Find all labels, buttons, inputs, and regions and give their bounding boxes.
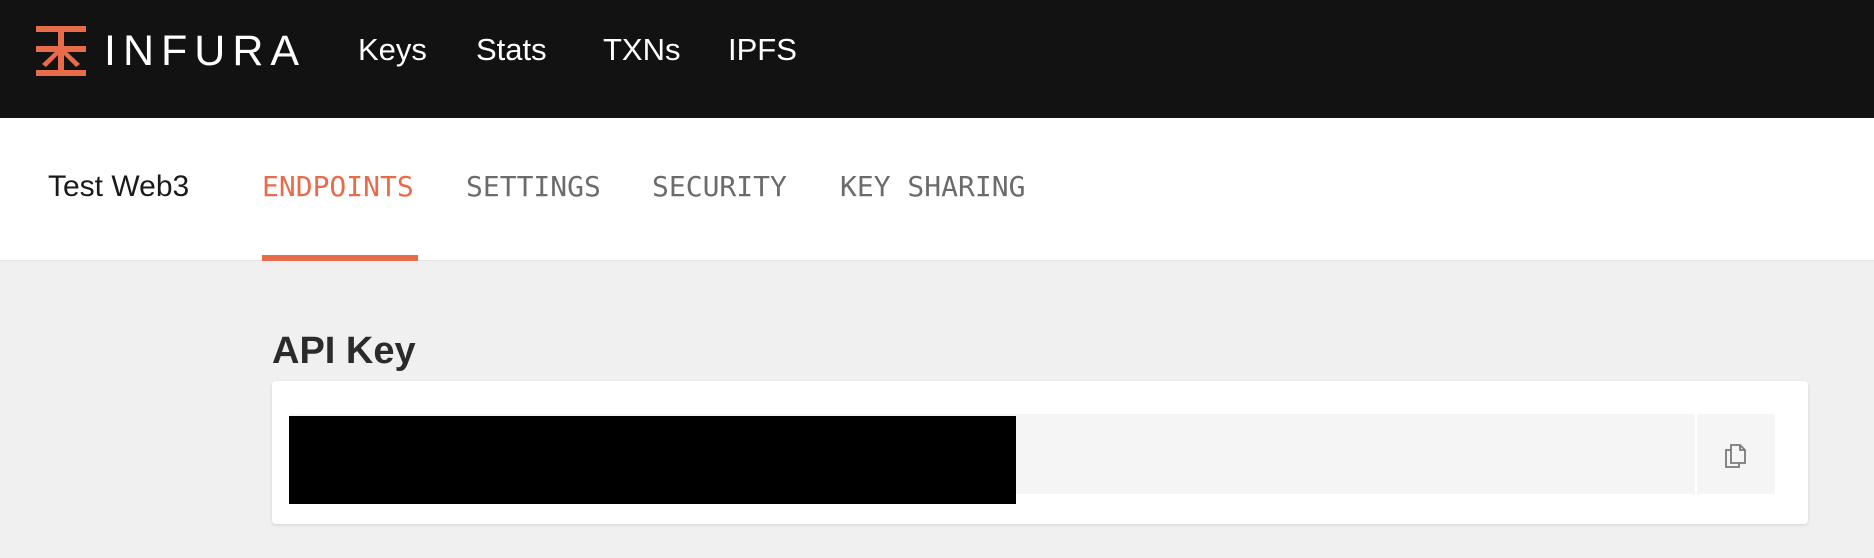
- api-key-card: [272, 381, 1808, 524]
- brand-name[interactable]: INFURA: [104, 24, 306, 78]
- nav-ipfs[interactable]: IPFS: [728, 28, 797, 72]
- nav-stats[interactable]: Stats: [476, 28, 547, 72]
- infura-logo-icon[interactable]: [32, 24, 90, 78]
- top-navigation-bar: INFURA Keys Stats TXNs IPFS: [0, 0, 1874, 118]
- tab-settings[interactable]: SETTINGS: [466, 170, 601, 203]
- copy-api-key-button[interactable]: [1695, 414, 1775, 494]
- project-tab-bar: Test Web3 ENDPOINTS SETTINGS SECURITY KE…: [0, 118, 1874, 261]
- tab-key-sharing[interactable]: KEY SHARING: [840, 170, 1025, 203]
- nav-keys[interactable]: Keys: [358, 28, 427, 72]
- nav-txns[interactable]: TXNs: [603, 28, 681, 72]
- active-tab-indicator: [262, 255, 418, 261]
- project-name: Test Web3: [48, 170, 190, 203]
- tab-security[interactable]: SECURITY: [652, 170, 787, 203]
- copy-icon: [1725, 444, 1746, 468]
- tab-endpoints[interactable]: ENDPOINTS: [262, 170, 414, 203]
- api-key-title: API Key: [272, 330, 416, 372]
- api-key-value-redacted[interactable]: [289, 416, 1016, 504]
